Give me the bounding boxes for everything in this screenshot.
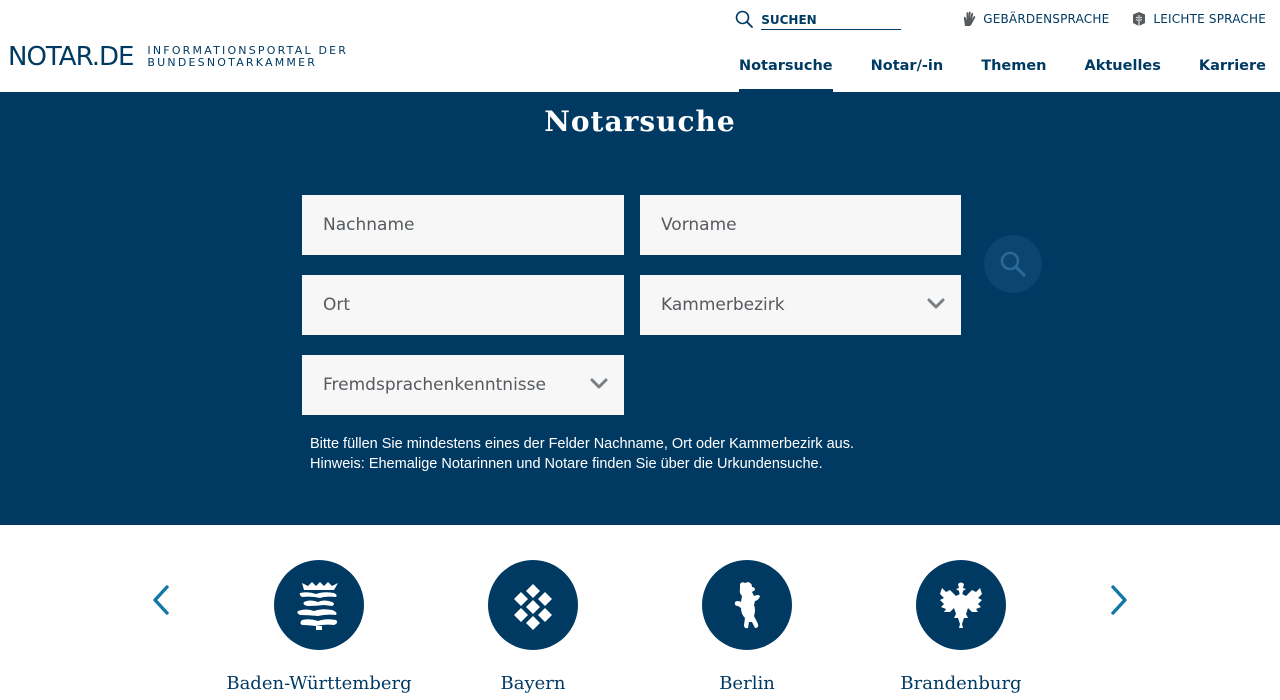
carousel-prev-button[interactable] — [149, 583, 173, 617]
search-hint-former-notaries: Hinweis: Ehemalige Notarinnen und Notare… — [310, 455, 823, 472]
state-card-berlin[interactable]: Berlin — [637, 560, 857, 694]
nav-notarsuche[interactable]: Notarsuche — [738, 42, 833, 92]
ort-input[interactable] — [323, 275, 624, 335]
chevron-down-icon — [590, 378, 608, 389]
site-search-input[interactable] — [761, 8, 902, 30]
easy-language-label: LEICHTE SPRACHE — [1153, 12, 1266, 26]
nav-karriere[interactable]: Karriere — [1199, 42, 1266, 92]
nachname-input[interactable] — [323, 195, 624, 255]
ort-field[interactable] — [302, 275, 624, 335]
page-title: Notarsuche — [544, 105, 736, 138]
state-seal — [916, 560, 1006, 650]
nav-themen[interactable]: Themen — [981, 42, 1046, 92]
nav-notar-in[interactable]: Notar/-in — [871, 42, 944, 92]
berlin-bear-icon — [734, 582, 760, 629]
baden-wuerttemberg-coat-of-arms-icon — [297, 582, 338, 630]
search-hint-required: Bitte füllen Sie mindestens eines der Fe… — [310, 436, 854, 452]
utility-bar: GEBÄRDENSPRACHE LEICHTE SPRACHE — [735, 8, 1266, 30]
hand-icon — [964, 11, 976, 26]
search-hint: Bitte füllen Sie mindestens eines der Fe… — [310, 435, 854, 474]
brandenburg-eagle-icon — [940, 582, 982, 628]
nachname-field[interactable] — [302, 195, 624, 255]
state-seal — [702, 560, 792, 650]
nav-aktuelles[interactable]: Aktuelles — [1085, 42, 1161, 92]
logo-subtitle-line-2: BUNDESNOTARKAMMER — [147, 56, 318, 69]
search-submit-button[interactable] — [984, 235, 1042, 293]
main-navigation: Notarsuche Notar/-in Themen Aktuelles Ka… — [701, 42, 1266, 92]
site-header: NOTAR.DE INFORMATIONSPORTAL DER BUNDESNO… — [0, 0, 1280, 92]
state-name: Bayern — [500, 673, 566, 694]
state-card-bayern[interactable]: Bayern — [423, 560, 643, 694]
kammerbezirk-selected-value: Kammerbezirk — [661, 295, 785, 315]
notary-search-section: Notarsuche Kammerbezirk Fremdsprachenken… — [0, 92, 1280, 525]
logo-subtitle: INFORMATIONSPORTAL DER BUNDESNOTARKAMMER — [147, 45, 348, 69]
state-name: Baden-Württemberg — [226, 673, 412, 694]
state-name: Brandenburg — [900, 673, 1022, 694]
fremdsprachen-selected-value: Fremdsprachenkenntnisse — [323, 375, 546, 395]
vorname-field[interactable] — [640, 195, 961, 255]
site-search — [735, 8, 902, 30]
state-name: Berlin — [719, 673, 775, 694]
state-seal — [488, 560, 578, 650]
state-card-baden-wuerttemberg[interactable]: Baden-Württemberg — [209, 560, 429, 694]
fremdsprachen-select[interactable]: Fremdsprachenkenntnisse — [302, 355, 624, 415]
easy-language-icon — [1133, 12, 1146, 26]
site-logo[interactable]: NOTAR.DE INFORMATIONSPORTAL DER BUNDESNO… — [8, 42, 348, 72]
sign-language-link[interactable]: GEBÄRDENSPRACHE — [961, 11, 1109, 27]
chevron-down-icon — [927, 298, 945, 309]
carousel-next-button[interactable] — [1107, 583, 1131, 617]
chevron-right-icon — [1111, 585, 1127, 615]
vorname-input[interactable] — [661, 195, 961, 255]
state-carousel: Baden-Württemberg Bayern Berlin Brandenb… — [0, 525, 1280, 700]
state-seal — [274, 560, 364, 650]
bayern-coat-of-arms-icon — [514, 584, 552, 630]
search-icon[interactable] — [735, 10, 754, 28]
kammerbezirk-select[interactable]: Kammerbezirk — [640, 275, 961, 335]
search-icon — [1000, 251, 1026, 277]
sign-language-label: GEBÄRDENSPRACHE — [983, 12, 1110, 26]
state-card-brandenburg[interactable]: Brandenburg — [851, 560, 1071, 694]
logo-wordmark: NOTAR.DE — [8, 42, 134, 72]
chevron-left-icon — [153, 585, 169, 615]
easy-language-link[interactable]: LEICHTE SPRACHE — [1131, 11, 1266, 27]
